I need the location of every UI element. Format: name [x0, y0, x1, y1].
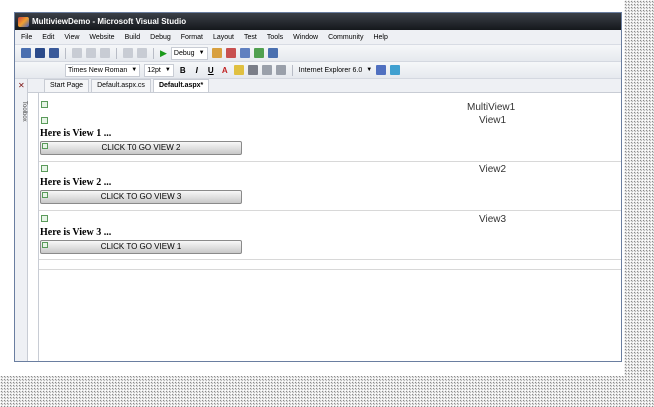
close-icon[interactable]: ✕ — [18, 81, 25, 90]
title-bar: MultiviewDemo - Microsoft Visual Studio — [15, 13, 621, 30]
tab-default-aspx-cs[interactable]: Default.aspx.cs — [91, 79, 151, 92]
font-name-value: Times New Roman — [68, 66, 128, 74]
chevron-down-icon: ▼ — [131, 67, 138, 73]
bold-button[interactable]: B — [178, 66, 188, 75]
save-icon[interactable] — [35, 48, 45, 58]
window-title: MultiviewDemo - Microsoft Visual Studio — [32, 17, 187, 26]
check-accessibility-icon[interactable] — [376, 65, 387, 75]
chevron-down-icon: ▼ — [198, 50, 205, 56]
view1-button[interactable]: CLICK T0 GO VIEW 2 — [40, 141, 242, 155]
copy-icon[interactable] — [86, 48, 96, 58]
target-browser-value[interactable]: Internet Explorer 6.0 — [299, 67, 362, 74]
menu-format[interactable]: Format — [181, 34, 203, 41]
view-divider — [39, 259, 621, 260]
numbered-list-icon[interactable] — [275, 65, 286, 75]
control-glyph-icon — [42, 143, 48, 149]
bulleted-list-icon[interactable] — [261, 65, 272, 75]
underline-button[interactable]: U — [206, 66, 216, 75]
view2-text: Here is View 2 ... — [40, 177, 112, 188]
font-size-dropdown[interactable]: 12pt ▼ — [144, 63, 174, 77]
solution-explorer-icon[interactable] — [225, 48, 236, 58]
new-project-icon[interactable] — [21, 48, 31, 58]
undo-icon[interactable] — [123, 48, 133, 58]
validation-icon[interactable] — [390, 65, 401, 75]
highlight-icon[interactable] — [233, 65, 244, 75]
view-divider — [39, 210, 621, 211]
view3-button-label: CLICK TO GO VIEW 1 — [100, 242, 182, 251]
control-glyph-icon — [42, 242, 48, 248]
view2-button[interactable]: CLICK TO GO VIEW 3 — [40, 190, 242, 204]
save-all-icon[interactable] — [49, 48, 59, 58]
menu-test[interactable]: Test — [244, 34, 257, 41]
find-in-files-icon[interactable] — [211, 48, 222, 58]
properties-icon[interactable] — [239, 48, 250, 58]
view-glyph-icon — [41, 117, 48, 124]
document-area: Start Page Default.aspx.cs Default.aspx*… — [28, 79, 621, 361]
multiview-label: MultiView1 — [467, 102, 516, 113]
toolbar-separator — [153, 47, 154, 59]
view-divider — [39, 161, 621, 162]
menu-community[interactable]: Community — [328, 34, 363, 41]
visual-studio-window: MultiviewDemo - Microsoft Visual Studio … — [14, 12, 622, 362]
work-area: ✕ Toolbox Start Page Default.aspx.cs Def… — [15, 79, 621, 361]
tab-start-page[interactable]: Start Page — [44, 79, 90, 92]
redo-icon[interactable] — [137, 48, 147, 58]
menu-window[interactable]: Window — [293, 34, 318, 41]
view2-button-label: CLICK TO GO VIEW 3 — [100, 192, 182, 201]
multiview-bottom-border — [39, 269, 621, 270]
toolbar-separator — [65, 47, 66, 59]
object-browser-icon[interactable] — [253, 48, 264, 58]
design-surface[interactable]: MultiView1 View1 Here is View 1 ... CLIC… — [38, 93, 621, 361]
menu-debug[interactable]: Debug — [150, 34, 171, 41]
align-icon[interactable] — [247, 65, 258, 75]
view1-label: View1 — [479, 115, 507, 126]
formatting-toolbar: Times New Roman ▼ 12pt ▼ B I U A Interne… — [15, 62, 621, 79]
menu-website[interactable]: Website — [89, 34, 114, 41]
view-glyph-icon — [41, 165, 48, 172]
view-glyph-icon — [41, 215, 48, 222]
view3-label: View3 — [479, 214, 507, 225]
toolbox-label[interactable]: Toolbox — [15, 101, 27, 122]
cut-icon[interactable] — [72, 48, 82, 58]
font-name-dropdown[interactable]: Times New Roman ▼ — [65, 63, 141, 77]
standard-toolbar: ▶ Debug ▼ — [15, 45, 621, 62]
view3-button[interactable]: CLICK TO GO VIEW 1 — [40, 240, 242, 254]
menu-layout[interactable]: Layout — [213, 34, 234, 41]
toolbar-separator — [291, 64, 293, 76]
form-glyph-icon — [41, 101, 48, 108]
view1-button-label: CLICK T0 GO VIEW 2 — [101, 143, 181, 152]
menu-tools[interactable]: Tools — [267, 34, 283, 41]
view2-label: View2 — [479, 164, 507, 175]
toolbar-separator — [116, 47, 117, 59]
view1-text: Here is View 1 ... — [40, 128, 112, 139]
font-size-value: 12pt — [147, 66, 161, 74]
italic-button[interactable]: I — [192, 66, 202, 75]
chevron-down-icon: ▼ — [164, 67, 171, 73]
configuration-dropdown[interactable]: Debug ▼ — [170, 46, 208, 60]
start-debugging-icon[interactable]: ▶ — [160, 48, 167, 59]
menu-build[interactable]: Build — [125, 34, 141, 41]
visual-studio-icon — [18, 16, 29, 27]
menu-file[interactable]: File — [21, 34, 32, 41]
tab-default-aspx[interactable]: Default.aspx* — [152, 79, 210, 92]
toolbox-panel[interactable]: ✕ Toolbox — [15, 79, 28, 361]
menu-bar: File Edit View Website Build Debug Forma… — [15, 30, 621, 45]
menu-view[interactable]: View — [64, 34, 79, 41]
document-tabs: Start Page Default.aspx.cs Default.aspx* — [28, 79, 621, 93]
font-color-icon[interactable]: A — [220, 66, 230, 75]
configuration-value: Debug — [173, 49, 195, 57]
toolbox-icon[interactable] — [267, 48, 278, 58]
menu-help[interactable]: Help — [373, 34, 387, 41]
paste-icon[interactable] — [100, 48, 110, 58]
view3-text: Here is View 3 ... — [40, 227, 112, 238]
control-glyph-icon — [42, 192, 48, 198]
menu-edit[interactable]: Edit — [42, 34, 54, 41]
chevron-down-icon[interactable]: ▼ — [366, 67, 372, 73]
